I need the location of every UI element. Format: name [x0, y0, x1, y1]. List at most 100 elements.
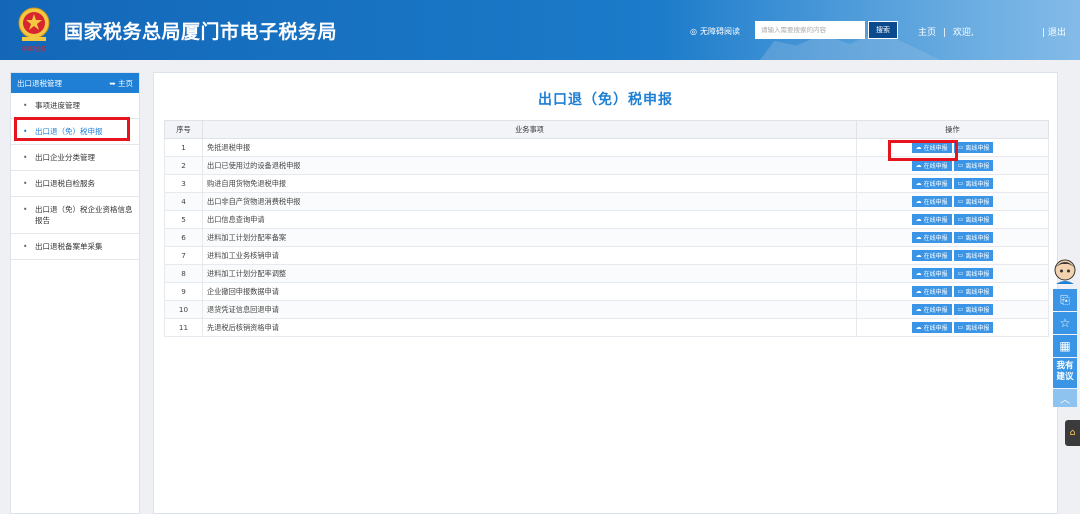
row-actions: ☁ 在线申报 ▭ 离线申报 — [856, 300, 1049, 319]
row-number: 4 — [164, 192, 203, 211]
offline-declare-label: 离线申报 — [965, 253, 990, 260]
sidebar-item-qualification[interactable]: 出口退（免）税企业资格信息报告 — [11, 197, 139, 234]
online-declare-label: 在线申报 — [923, 271, 948, 278]
offline-declare-button[interactable]: ▭ 离线申报 — [953, 268, 994, 279]
online-declare-label: 在线申报 — [923, 289, 948, 296]
row-item-name: 出口信息查询申请 — [202, 210, 857, 229]
online-declare-label: 在线申报 — [923, 199, 948, 206]
sidebar-item-progress[interactable]: 事项进度管理 — [11, 93, 139, 119]
row-number: 7 — [164, 246, 203, 265]
online-declare-button[interactable]: ☁ 在线申报 — [911, 286, 952, 297]
offline-declare-label: 离线申报 — [965, 289, 990, 296]
offline-declare-label: 离线申报 — [965, 217, 990, 224]
row-actions: ☁ 在线申报 ▭ 离线申报 — [856, 264, 1049, 283]
sidebar-heading: 出口退税管理 — [17, 78, 62, 88]
sidebar-home-link[interactable]: ➥ 主页 — [109, 78, 133, 89]
table-row: 9 企业撤回申报数据申请 ☁ 在线申报 ▭ 离线申报 — [164, 282, 1049, 301]
floating-toolbar: ⎘ ☆ ▦ 我有建议 ︿ — [1052, 258, 1078, 408]
consult-icon[interactable]: ⎘ — [1053, 289, 1077, 311]
monitor-icon: ▭ — [957, 180, 964, 187]
offline-declare-label: 离线申报 — [965, 271, 990, 278]
calculator-icon[interactable]: ▦ — [1053, 335, 1077, 357]
row-actions: ☁ 在线申报 ▭ 离线申报 — [856, 174, 1049, 193]
accessibility-label: 无障碍阅读 — [699, 27, 740, 36]
row-number: 11 — [164, 318, 203, 337]
eye-icon: ◎ — [690, 27, 697, 36]
online-declare-label: 在线申报 — [923, 181, 948, 188]
table-row: 7 进料加工业务核销申请 ☁ 在线申报 ▭ 离线申报 — [164, 246, 1049, 265]
offline-declare-button[interactable]: ▭ 离线申报 — [953, 286, 994, 297]
row-number: 1 — [164, 138, 203, 157]
monitor-icon: ▭ — [957, 216, 964, 223]
table-row: 11 先退税后核销资格申请 ☁ 在线申报 ▭ 离线申报 — [164, 318, 1049, 337]
offline-declare-label: 离线申报 — [965, 199, 990, 206]
cloud-icon: ☁ — [915, 162, 922, 169]
offline-declare-button[interactable]: ▭ 离线申报 — [953, 214, 994, 225]
table-row: 3 购进自用货物免退税申报 ☁ 在线申报 ▭ 离线申报 — [164, 174, 1049, 193]
search-button[interactable]: 搜索 — [868, 21, 898, 39]
star-icon[interactable]: ☆ — [1053, 312, 1077, 334]
online-declare-label: 在线申报 — [923, 253, 948, 260]
row-number: 6 — [164, 228, 203, 247]
monitor-icon: ▭ — [957, 252, 964, 259]
row-actions: ☁ 在线申报 ▭ 离线申报 — [856, 282, 1049, 301]
online-declare-button[interactable]: ☁ 在线申报 — [911, 250, 952, 261]
offline-declare-button[interactable]: ▭ 离线申报 — [953, 160, 994, 171]
accessibility-link[interactable]: ◎ 无障碍阅读 — [690, 26, 740, 37]
monitor-icon: ▭ — [957, 162, 964, 169]
page-title: 出口退（免）税申报 — [538, 92, 673, 108]
cloud-icon: ☁ — [915, 288, 922, 295]
row-actions: ☁ 在线申报 ▭ 离线申报 — [856, 210, 1049, 229]
assistant-avatar-icon[interactable] — [1052, 258, 1078, 286]
online-declare-button[interactable]: ☁ 在线申报 — [911, 232, 952, 243]
tax-emblem-icon: 中国税务 — [18, 7, 50, 53]
cloud-icon: ☁ — [915, 216, 922, 223]
cloud-icon: ☁ — [915, 234, 922, 241]
row-number: 2 — [164, 156, 203, 175]
back-to-top-icon[interactable]: ︿ — [1053, 389, 1077, 407]
suggestion-button[interactable]: 我有建议 — [1053, 358, 1077, 388]
table-header-row: 序号 业务事项 操作 — [164, 120, 1049, 139]
monitor-icon: ▭ — [957, 288, 964, 295]
online-declare-button[interactable]: ☁ 在线申报 — [911, 160, 952, 171]
sidebar-item-selfcheck[interactable]: 出口退税自检服务 — [11, 171, 139, 197]
offline-declare-button[interactable]: ▭ 离线申报 — [953, 304, 994, 315]
offline-declare-button[interactable]: ▭ 离线申报 — [953, 322, 994, 333]
offline-declare-button[interactable]: ▭ 离线申报 — [953, 232, 994, 243]
offline-declare-label: 离线申报 — [965, 235, 990, 242]
row-number: 10 — [164, 300, 203, 319]
row-item-name: 退货凭证信息回退申请 — [202, 300, 857, 319]
offline-declare-label: 离线申报 — [965, 145, 990, 152]
table-row: 8 进料加工计划分配率调整 ☁ 在线申报 ▭ 离线申报 — [164, 264, 1049, 283]
logout-link[interactable]: | 退出 — [1042, 25, 1066, 38]
home-link[interactable]: 主页 — [918, 28, 936, 38]
offline-declare-button[interactable]: ▭ 离线申报 — [953, 250, 994, 261]
table-row: 10 退货凭证信息回退申请 ☁ 在线申报 ▭ 离线申报 — [164, 300, 1049, 319]
offline-declare-button[interactable]: ▭ 离线申报 — [953, 196, 994, 207]
main-panel: 出口退（免）税申报 序号 业务事项 操作 1 免抵退税申报 ☁ 在线申报 ▭ 离线申报 2 出… — [153, 72, 1058, 514]
monitor-icon: ▭ — [957, 144, 964, 151]
row-item-name: 进料加工计划分配率备案 — [202, 228, 857, 247]
online-declare-button[interactable]: ☁ 在线申报 — [911, 214, 952, 225]
online-declare-label: 在线申报 — [923, 307, 948, 314]
row-number: 9 — [164, 282, 203, 301]
online-declare-button[interactable]: ☁ 在线申报 — [911, 304, 952, 315]
online-button-highlight-box — [888, 140, 958, 161]
mouse-icon[interactable]: ⌂ — [1065, 420, 1080, 446]
online-declare-label: 在线申报 — [923, 163, 948, 170]
online-declare-button[interactable]: ☁ 在线申报 — [911, 178, 952, 189]
row-number: 8 — [164, 264, 203, 283]
col-header-actions: 操作 — [856, 120, 1049, 139]
search-input[interactable] — [755, 21, 865, 39]
offline-declare-label: 离线申报 — [965, 181, 990, 188]
col-header-item: 业务事项 — [202, 120, 857, 139]
sidebar-item-filing[interactable]: 出口退税备案单采集 — [11, 234, 139, 260]
offline-declare-button[interactable]: ▭ 离线申报 — [953, 142, 994, 153]
online-declare-button[interactable]: ☁ 在线申报 — [911, 322, 952, 333]
online-declare-button[interactable]: ☁ 在线申报 — [911, 196, 952, 207]
row-item-name: 企业撤回申报数据申请 — [202, 282, 857, 301]
monitor-icon: ▭ — [957, 198, 964, 205]
online-declare-button[interactable]: ☁ 在线申报 — [911, 268, 952, 279]
sidebar-item-classification[interactable]: 出口企业分类管理 — [11, 145, 139, 171]
offline-declare-button[interactable]: ▭ 离线申报 — [953, 178, 994, 189]
